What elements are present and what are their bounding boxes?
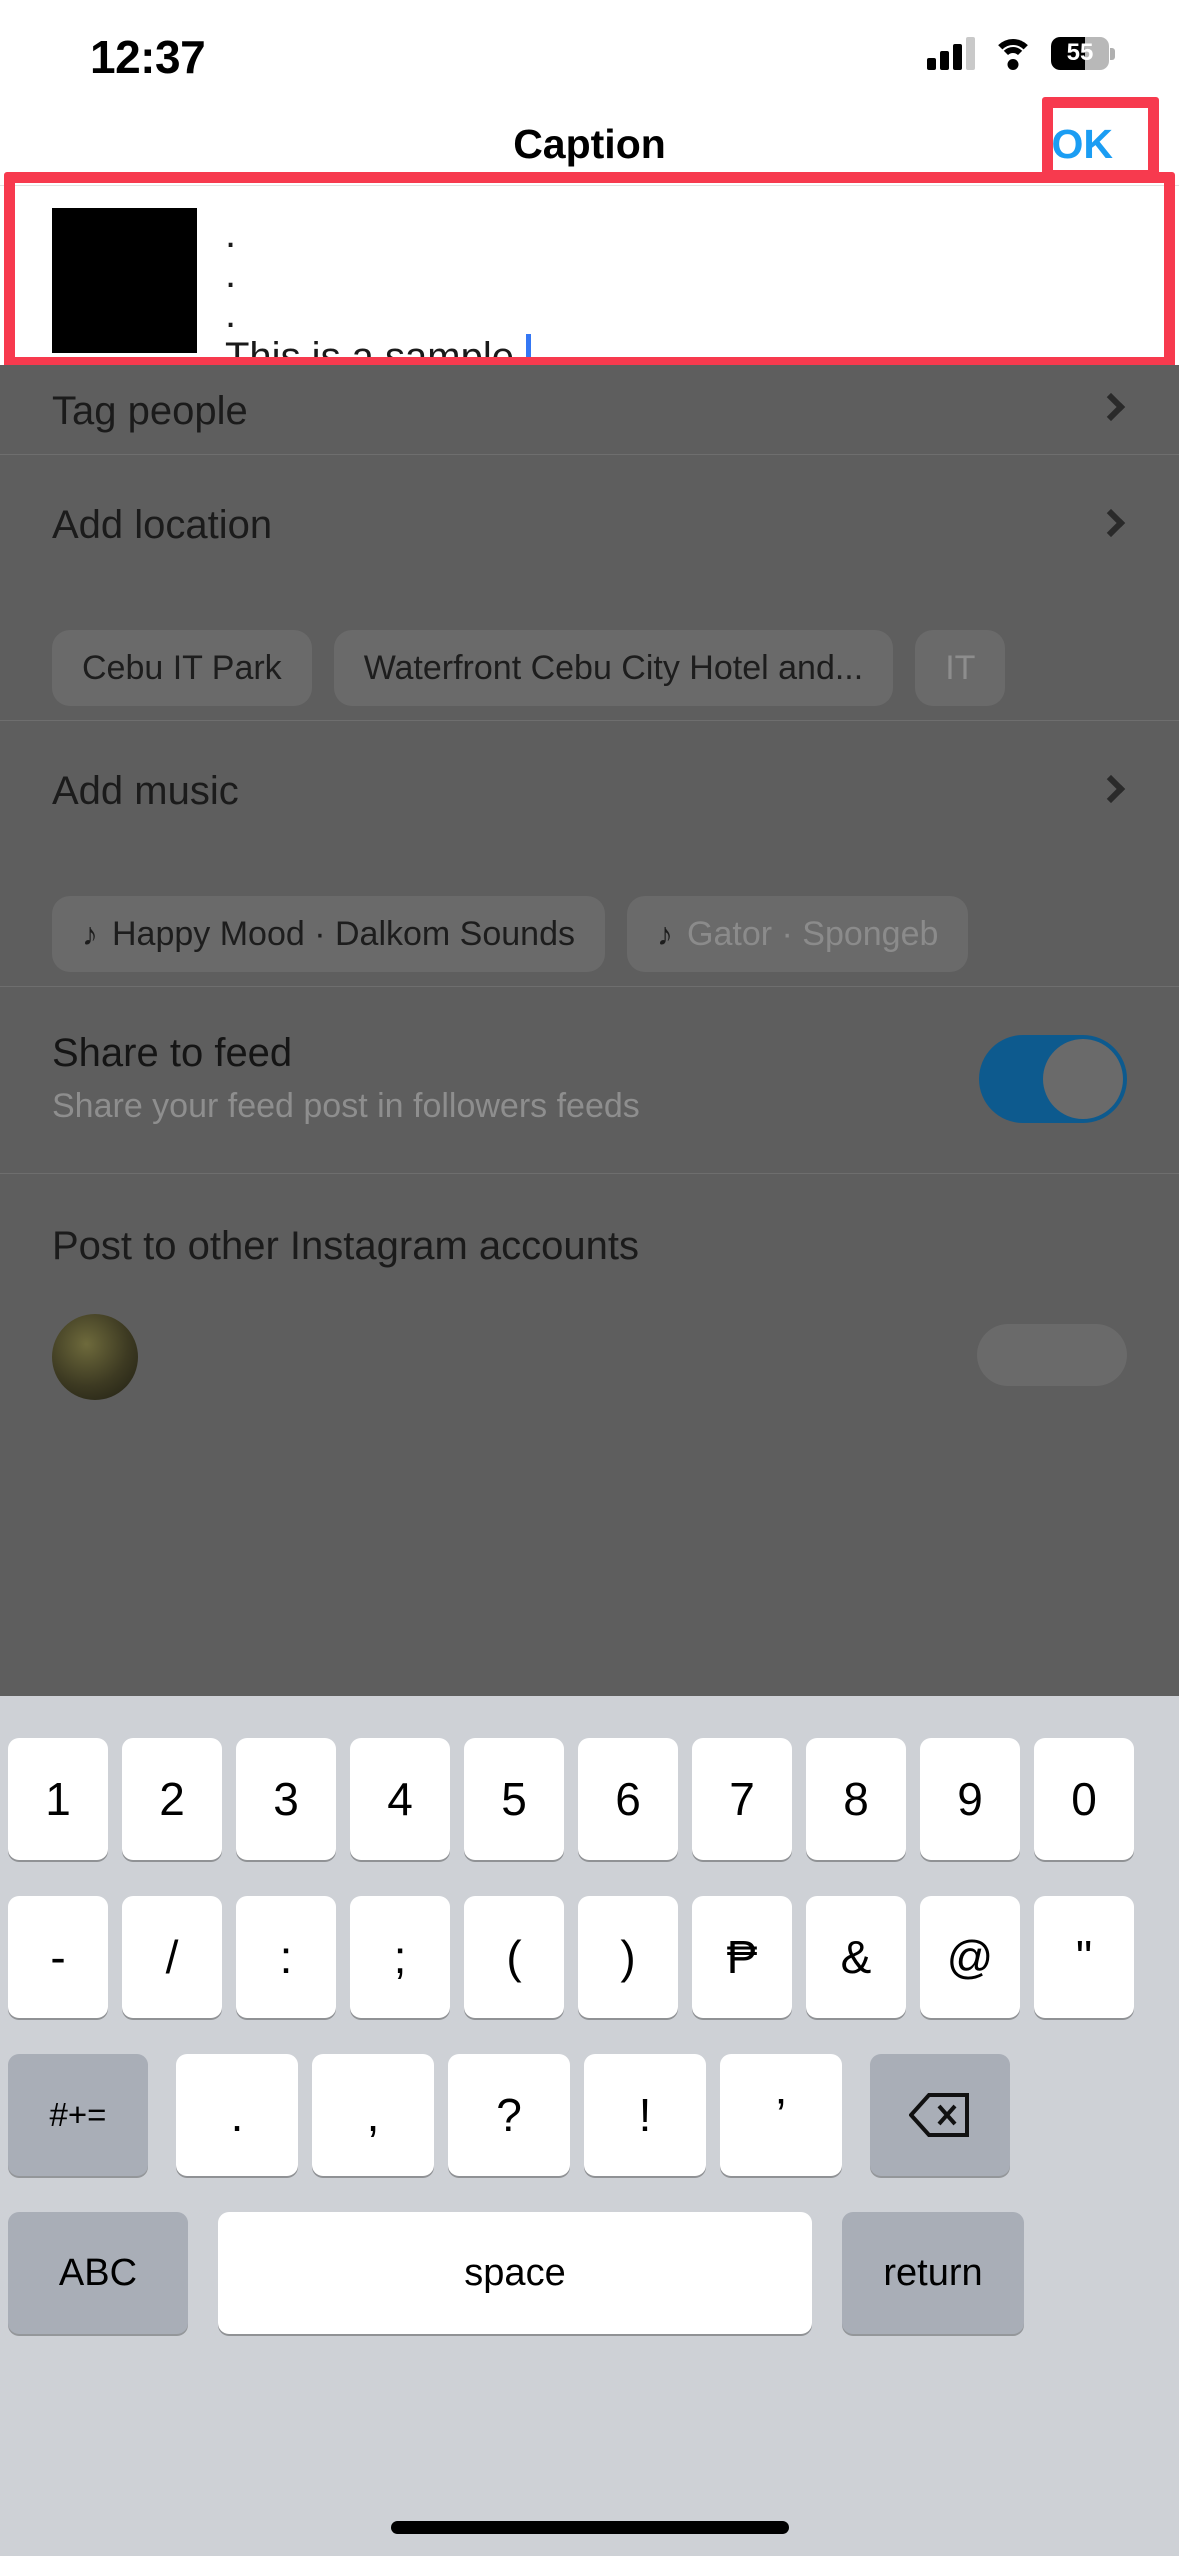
location-chip[interactable]: IT (915, 630, 1005, 706)
location-chip[interactable]: Waterfront Cebu City Hotel and... (334, 630, 894, 706)
battery-percent-label: 55 (1051, 37, 1109, 70)
key-space[interactable]: space (218, 2212, 812, 2334)
music-note-icon: ♪ (82, 916, 98, 953)
key-1[interactable]: 1 (8, 1738, 108, 1860)
status-bar-time: 12:37 (90, 30, 205, 84)
battery-icon: 55 (1051, 37, 1115, 70)
key-paren-open[interactable]: ( (464, 1896, 564, 2018)
key-0[interactable]: 0 (1034, 1738, 1134, 1860)
add-music-label: Add music (52, 769, 239, 814)
post-options-sheet: Tag people Add location Cebu IT Park Wat… (0, 365, 1179, 1696)
post-to-other-label: Post to other Instagram accounts (52, 1224, 639, 1269)
account-toggle-pill[interactable] (977, 1324, 1127, 1386)
caption-line-1: . (225, 214, 531, 254)
row-tag-people[interactable]: Tag people (0, 365, 1179, 454)
music-chip-label: Happy Mood · Dalkom Sounds (112, 915, 575, 954)
chevron-right-icon (1097, 509, 1125, 537)
phone-screen: 12:37 55 Caption OK . . . T (0, 0, 1179, 2556)
add-location-label: Add location (52, 503, 272, 548)
location-chip-list: Cebu IT Park Waterfront Cebu City Hotel … (52, 630, 1005, 706)
row-add-music[interactable]: Add music ♪ Happy Mood · Dalkom Sounds ♪… (0, 721, 1179, 986)
key-3[interactable]: 3 (236, 1738, 336, 1860)
row-add-location[interactable]: Add location Cebu IT Park Waterfront Ceb… (0, 455, 1179, 720)
key-7[interactable]: 7 (692, 1738, 792, 1860)
key-apostrophe[interactable]: ’ (720, 2054, 842, 2176)
row-share-to-feed[interactable]: Share to feed Share your feed post in fo… (0, 987, 1179, 1173)
key-peso[interactable]: ₱ (692, 1896, 792, 2018)
onscreen-keyboard: 1 2 3 4 5 6 7 8 9 0 - / : ; ( ) ₱ & @ " … (0, 1696, 1179, 2556)
key-quote[interactable]: " (1034, 1896, 1134, 2018)
status-bar: 12:37 55 (0, 0, 1179, 105)
caption-line-2: . (225, 254, 531, 294)
ok-button[interactable]: OK (1052, 121, 1114, 168)
keyboard-row-numbers: 1 2 3 4 5 6 7 8 9 0 (0, 1738, 1179, 1860)
key-colon[interactable]: : (236, 1896, 336, 2018)
key-6[interactable]: 6 (578, 1738, 678, 1860)
key-at[interactable]: @ (920, 1896, 1020, 2018)
music-chip[interactable]: ♪ Gator · Spongeb (627, 896, 968, 972)
music-chip[interactable]: ♪ Happy Mood · Dalkom Sounds (52, 896, 605, 972)
chevron-right-icon (1097, 775, 1125, 803)
key-question[interactable]: ? (448, 2054, 570, 2176)
caption-input-area[interactable]: . . . This is a sample. (0, 185, 1179, 365)
caption-text[interactable]: . . . This is a sample. (225, 208, 531, 366)
music-chip-list: ♪ Happy Mood · Dalkom Sounds ♪ Gator · S… (52, 896, 968, 972)
key-8[interactable]: 8 (806, 1738, 906, 1860)
key-period[interactable]: . (176, 2054, 298, 2176)
location-chip[interactable]: Cebu IT Park (52, 630, 312, 706)
page-title: Caption (0, 121, 1179, 168)
key-4[interactable]: 4 (350, 1738, 450, 1860)
music-chip-label: Gator · Spongeb (687, 915, 938, 954)
key-hyphen[interactable]: - (8, 1896, 108, 2018)
share-to-feed-title: Share to feed (52, 1031, 292, 1076)
key-semicolon[interactable]: ; (350, 1896, 450, 2018)
key-abc[interactable]: ABC (8, 2212, 188, 2334)
key-return[interactable]: return (842, 2212, 1024, 2334)
key-symbols-toggle[interactable]: #+= (8, 2054, 148, 2176)
key-comma[interactable]: , (312, 2054, 434, 2176)
music-note-icon: ♪ (657, 916, 673, 953)
delete-icon (909, 2092, 971, 2138)
caption-line-3: . (225, 294, 531, 334)
key-ampersand[interactable]: & (806, 1896, 906, 2018)
avatar (52, 1314, 138, 1400)
share-to-feed-toggle[interactable] (979, 1035, 1127, 1123)
keyboard-row-punctuation: #+= . , ? ! ’ (0, 2054, 1179, 2176)
key-2[interactable]: 2 (122, 1738, 222, 1860)
key-paren-close[interactable]: ) (578, 1896, 678, 2018)
wifi-icon (992, 37, 1034, 69)
toggle-knob (1043, 1039, 1123, 1119)
key-slash[interactable]: / (122, 1896, 222, 2018)
keyboard-row-symbols: - / : ; ( ) ₱ & @ " (0, 1896, 1179, 2018)
tag-people-label: Tag people (52, 389, 248, 434)
keyboard-row-bottom: ABC space return (0, 2212, 1179, 2334)
key-exclamation[interactable]: ! (584, 2054, 706, 2176)
row-post-to-other-accounts[interactable]: Post to other Instagram accounts (0, 1174, 1179, 1434)
key-5[interactable]: 5 (464, 1738, 564, 1860)
key-9[interactable]: 9 (920, 1738, 1020, 1860)
share-to-feed-subtitle: Share your feed post in followers feeds (52, 1087, 640, 1126)
home-indicator (391, 2521, 789, 2534)
cellular-signal-icon (927, 36, 975, 70)
nav-bar: Caption OK (0, 105, 1179, 185)
key-delete[interactable] (870, 2054, 1010, 2176)
chevron-right-icon (1097, 393, 1125, 421)
post-thumbnail (52, 208, 197, 353)
status-bar-icons: 55 (927, 36, 1115, 70)
